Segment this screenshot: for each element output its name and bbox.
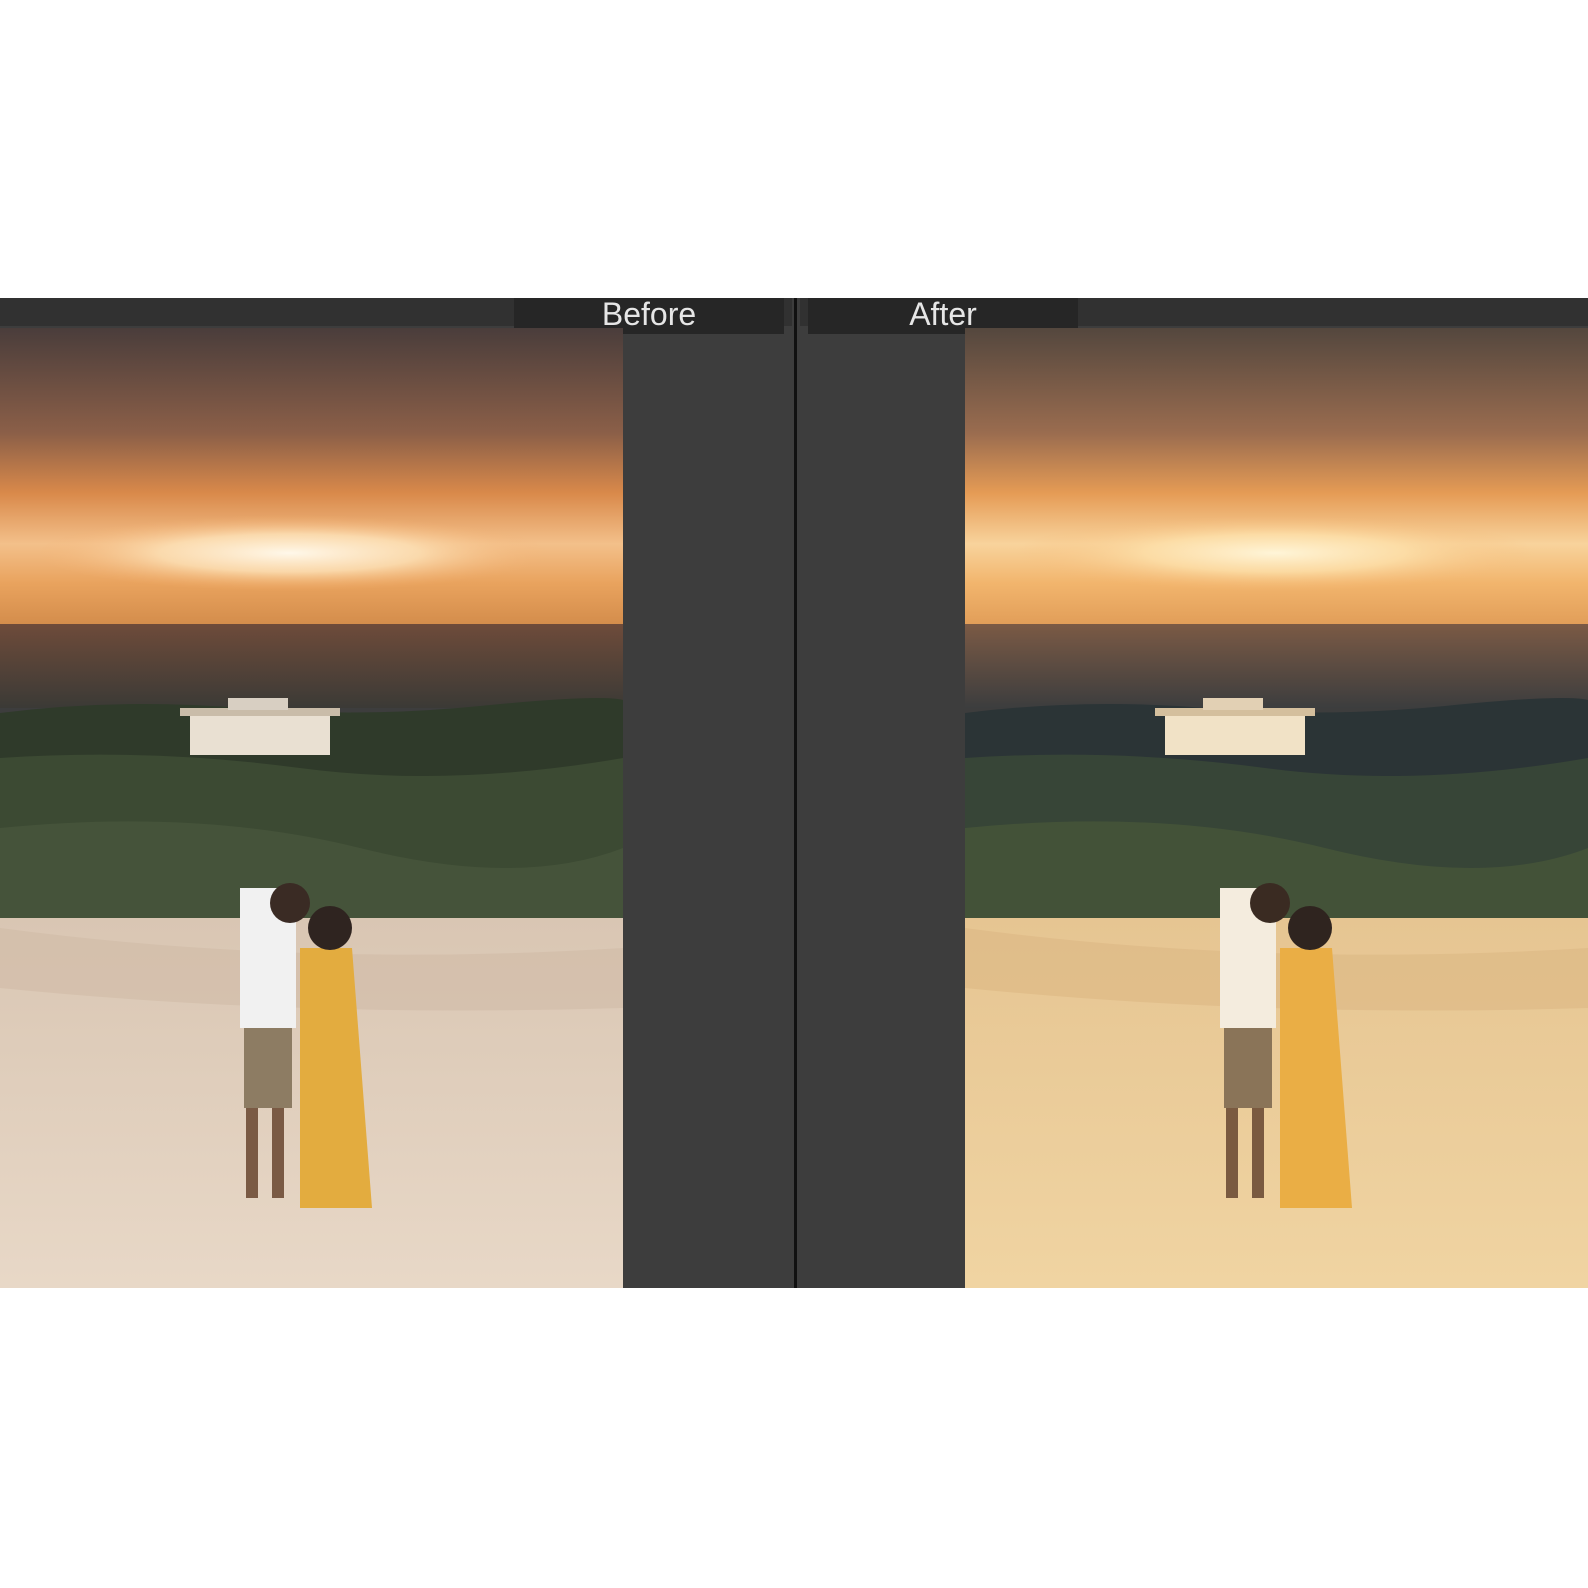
split-divider[interactable] (792, 298, 800, 1288)
after-photo-image (965, 328, 1588, 1288)
before-pane: Before (0, 298, 792, 1288)
before-after-compare-view: Before After (0, 298, 1588, 1288)
before-photo (0, 328, 623, 1288)
split-divider-line (794, 298, 797, 1288)
after-pane: After (800, 298, 1588, 1288)
after-photo (965, 328, 1588, 1288)
before-photo-image (0, 328, 623, 1288)
